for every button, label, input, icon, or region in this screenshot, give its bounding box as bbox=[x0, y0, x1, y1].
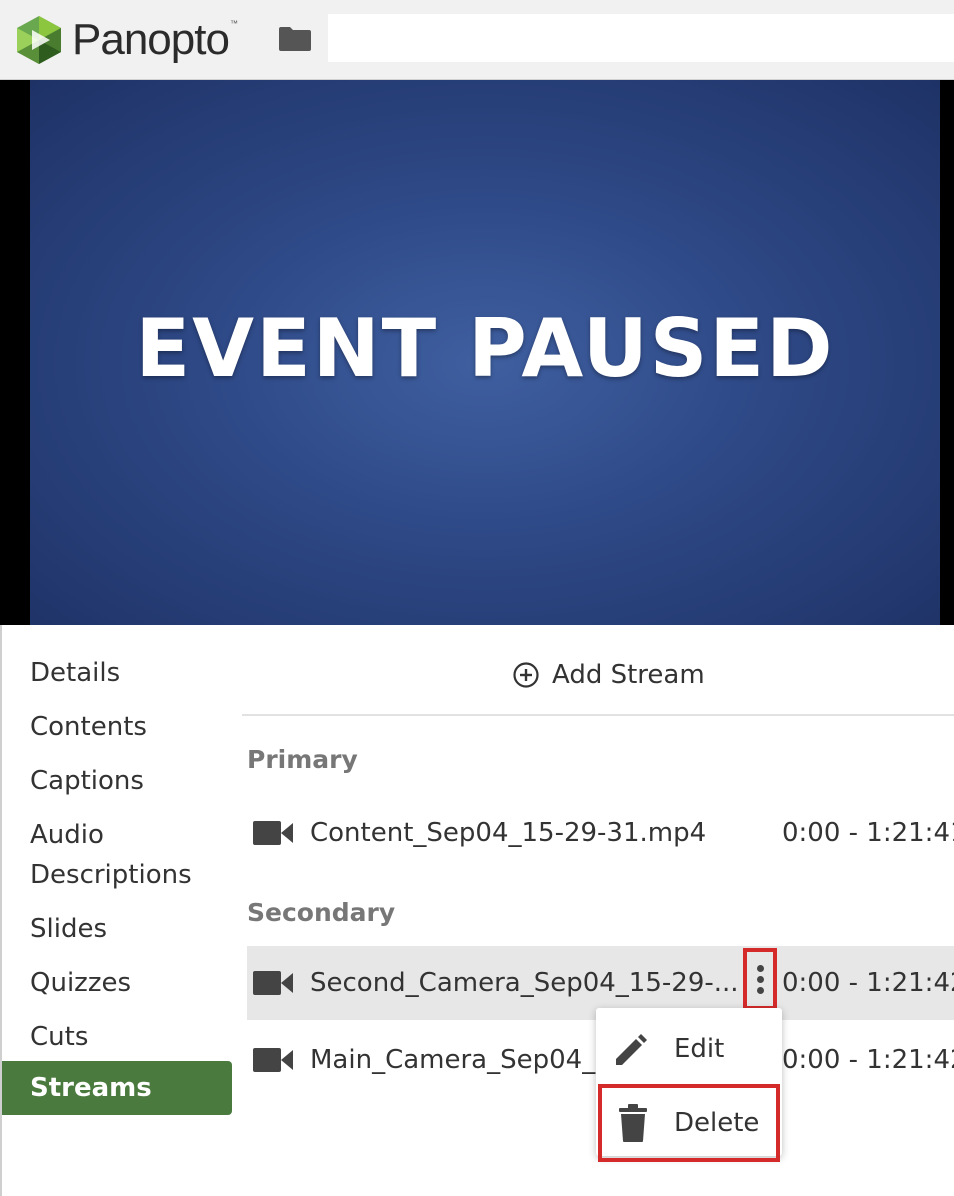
nav-item-streams[interactable]: Streams bbox=[2, 1061, 232, 1115]
video-camera-icon bbox=[253, 1048, 293, 1072]
video-camera-icon bbox=[253, 971, 293, 995]
video-camera-icon bbox=[253, 821, 293, 845]
slide-text: EVENT PAUSED bbox=[135, 302, 835, 395]
nav-item-contents[interactable]: Contents bbox=[2, 707, 232, 747]
add-stream-button[interactable]: Add Stream bbox=[512, 655, 705, 695]
add-circle-icon bbox=[513, 662, 539, 688]
slide-display: EVENT PAUSED bbox=[30, 80, 940, 625]
pencil-icon bbox=[616, 1034, 647, 1065]
stream-context-menu: Edit Delete bbox=[596, 1008, 782, 1162]
top-bar: Panopto™ bbox=[0, 0, 954, 80]
nav-item-captions[interactable]: Captions bbox=[2, 761, 232, 801]
delete-label: Delete bbox=[674, 1108, 760, 1138]
kebab-dot bbox=[756, 986, 764, 994]
nav-item-slides[interactable]: Slides bbox=[2, 909, 232, 949]
stream-filename: Content_Sep04_15-29-31.mp4 bbox=[310, 818, 707, 848]
stream-row[interactable]: Content_Sep04_15-29-31.mp4 0:00 - 1:21:4… bbox=[247, 796, 954, 870]
stream-time-range: 0:00 - 1:21:41 bbox=[782, 818, 954, 848]
secondary-section-label: Secondary bbox=[247, 898, 396, 927]
stream-time-range: 0:00 - 1:21:42 bbox=[782, 1045, 954, 1075]
delete-menu-item[interactable]: Delete bbox=[598, 1084, 780, 1162]
panopto-logo-icon bbox=[17, 16, 61, 64]
nav-item-details[interactable]: Details bbox=[2, 653, 232, 693]
stream-filename: Main_Camera_Sep04_ bbox=[310, 1045, 596, 1075]
video-player[interactable]: EVENT PAUSED bbox=[0, 80, 954, 625]
search-field[interactable] bbox=[328, 14, 954, 62]
divider bbox=[242, 714, 954, 716]
kebab-dot bbox=[756, 975, 764, 983]
panopto-logo[interactable]: Panopto™ bbox=[14, 12, 238, 68]
app-name: Panopto™ bbox=[72, 15, 238, 64]
edit-label: Edit bbox=[674, 1034, 725, 1064]
edit-menu-item[interactable]: Edit bbox=[596, 1016, 782, 1082]
kebab-dot bbox=[756, 964, 764, 972]
trash-icon bbox=[619, 1104, 647, 1142]
folder-icon[interactable] bbox=[278, 26, 312, 52]
nav-item-audio-descriptions[interactable]: Audio Descriptions bbox=[2, 815, 232, 895]
nav-item-cuts[interactable]: Cuts bbox=[2, 1017, 232, 1057]
stream-time-range: 0:00 - 1:21:42 bbox=[782, 968, 954, 998]
primary-section-label: Primary bbox=[247, 745, 358, 774]
add-stream-label: Add Stream bbox=[552, 660, 705, 690]
side-nav: Details Contents Captions Audio Descript… bbox=[0, 625, 232, 1196]
nav-item-quizzes[interactable]: Quizzes bbox=[2, 963, 232, 1003]
more-options-button[interactable] bbox=[743, 948, 777, 1010]
